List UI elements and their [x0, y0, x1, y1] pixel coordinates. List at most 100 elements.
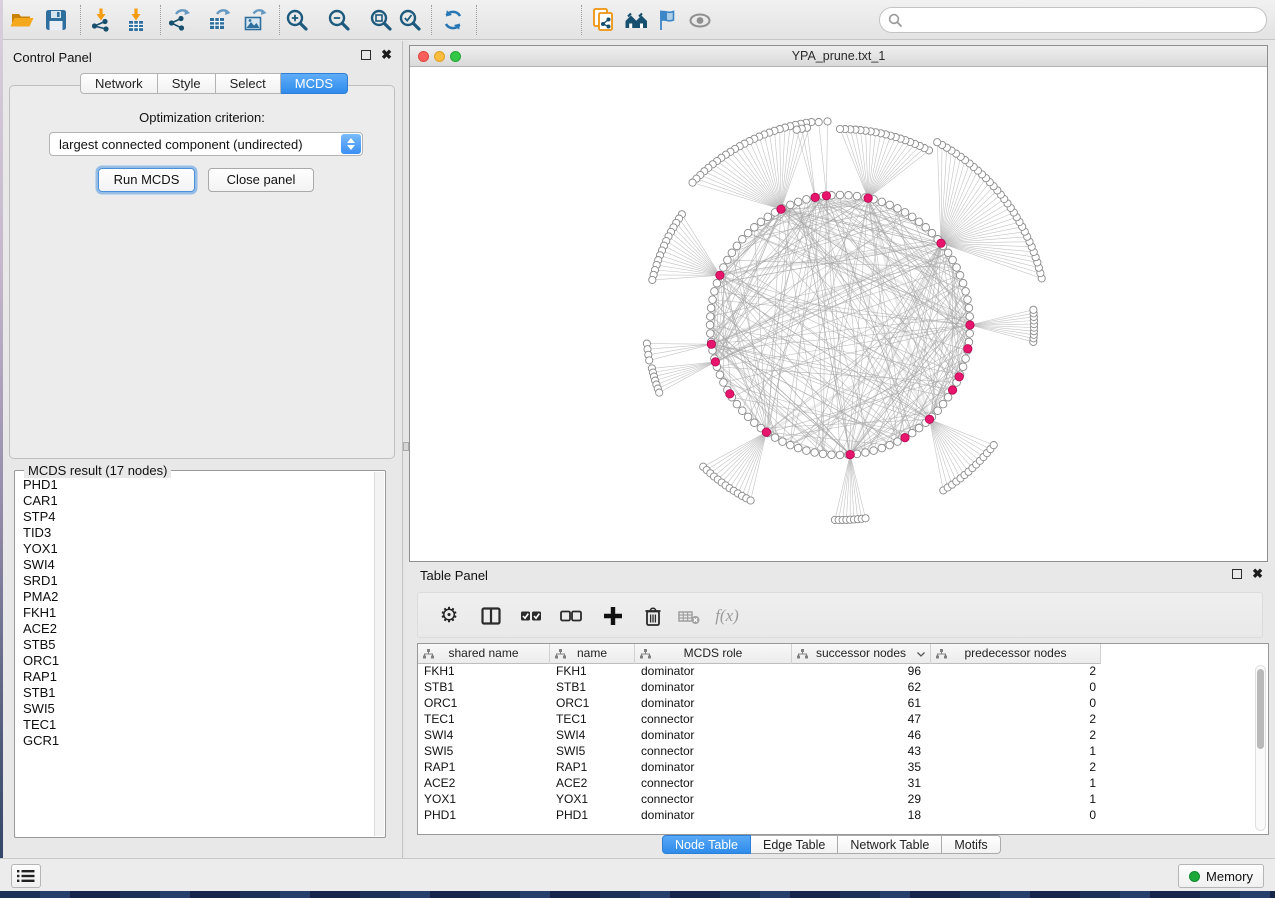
refresh-layout-icon[interactable] [440, 7, 466, 33]
network-node[interactable] [836, 191, 844, 199]
network-mcds-node[interactable] [726, 390, 734, 398]
network-mcds-node[interactable] [864, 194, 872, 202]
network-node[interactable] [787, 201, 795, 209]
network-node[interactable] [720, 379, 728, 387]
network-graph[interactable] [410, 67, 1267, 561]
eye-icon[interactable] [687, 7, 713, 33]
column-header-predecessor-nodes[interactable]: predecessor nodes [931, 644, 1101, 664]
network-mcds-node[interactable] [955, 373, 963, 381]
table-row[interactable]: PHD1PHD1dominator180 [418, 808, 1254, 824]
network-node[interactable] [779, 438, 787, 446]
network-node[interactable] [787, 441, 795, 449]
network-node[interactable] [990, 442, 997, 449]
network-node[interactable] [794, 198, 802, 206]
network-node[interactable] [962, 355, 970, 363]
tab-style[interactable]: Style [158, 73, 216, 94]
table-row[interactable]: YOX1YOX1connector291 [418, 792, 1254, 808]
network-node[interactable] [828, 451, 836, 459]
optimization-criterion-select[interactable]: largest connected component (undirected) [49, 132, 363, 156]
network-mcds-node[interactable] [777, 205, 785, 213]
network-mcds-node[interactable] [711, 358, 719, 366]
mcds-result-item[interactable]: CAR1 [16, 493, 373, 509]
mcds-result-item[interactable]: STB5 [16, 637, 373, 653]
network-node[interactable] [794, 444, 802, 452]
run-mcds-button[interactable]: Run MCDS [98, 168, 195, 192]
network-node[interactable] [959, 363, 967, 371]
network-node[interactable] [716, 371, 724, 379]
network-mcds-node[interactable] [937, 239, 945, 247]
network-node[interactable] [845, 192, 853, 200]
network-node[interactable] [939, 400, 947, 408]
network-mcds-node[interactable] [966, 321, 974, 329]
table-row[interactable]: SWI5SWI5connector431 [418, 744, 1254, 760]
network-node[interactable] [720, 264, 728, 272]
column-header-successor-nodes[interactable]: successor nodes [792, 644, 931, 664]
network-node[interactable] [878, 444, 886, 452]
delete-table-icon[interactable] [676, 603, 702, 629]
zoom-selected-icon[interactable] [397, 7, 423, 33]
network-node[interactable] [819, 450, 827, 458]
network-canvas[interactable] [410, 67, 1267, 561]
network-mcds-node[interactable] [901, 433, 909, 441]
network-node[interactable] [934, 139, 941, 146]
column-header-MCDS-role[interactable]: MCDS role [635, 644, 792, 664]
add-column-icon[interactable] [600, 603, 626, 629]
network-mcds-node[interactable] [707, 340, 715, 348]
mcds-result-item[interactable]: FKH1 [16, 605, 373, 621]
tab-mcds[interactable]: MCDS [281, 73, 348, 94]
network-node[interactable] [706, 321, 714, 329]
network-node[interactable] [949, 256, 957, 264]
network-node[interactable] [728, 249, 736, 257]
mcds-result-item[interactable]: ORC1 [16, 653, 373, 669]
network-node[interactable] [862, 515, 869, 522]
table-scrollbar-thumb[interactable] [1257, 669, 1264, 749]
mcds-result-item[interactable]: GCR1 [16, 733, 373, 749]
table-row[interactable]: FKH1FKH1dominator962 [418, 664, 1254, 680]
mcds-result-item[interactable]: SWI5 [16, 701, 373, 717]
network-mcds-node[interactable] [716, 271, 724, 279]
network-node[interactable] [757, 218, 765, 226]
network-node[interactable] [724, 256, 732, 264]
tab-motifs[interactable]: Motifs [942, 835, 1000, 854]
mcds-result-item[interactable]: PHD1 [16, 477, 373, 493]
network-mcds-node[interactable] [846, 450, 854, 458]
network-node[interactable] [764, 213, 772, 221]
network-node[interactable] [928, 229, 936, 237]
import-network-icon[interactable] [88, 7, 114, 33]
table-row[interactable]: RAP1RAP1dominator352 [418, 760, 1254, 776]
tab-node-table[interactable]: Node Table [662, 835, 751, 854]
close-table-panel-button[interactable]: ✖ [1252, 569, 1263, 579]
select-all-icon[interactable] [518, 603, 544, 629]
network-node[interactable] [747, 497, 754, 504]
network-node[interactable] [744, 413, 752, 421]
network-node[interactable] [707, 304, 715, 312]
network-node[interactable] [862, 449, 870, 457]
network-node[interactable] [744, 229, 752, 237]
tab-edge-table[interactable]: Edge Table [751, 835, 838, 854]
network-mcds-node[interactable] [762, 428, 770, 436]
search-input[interactable] [903, 13, 1266, 28]
network-node[interactable] [836, 451, 844, 459]
network-mcds-node[interactable] [964, 345, 972, 353]
save-session-icon[interactable] [43, 7, 69, 33]
network-node[interactable] [649, 276, 656, 283]
result-list-scrollbar[interactable] [374, 472, 384, 836]
network-node[interactable] [739, 236, 747, 244]
export-image-icon[interactable] [242, 7, 268, 33]
network-node[interactable] [965, 304, 973, 312]
network-node[interactable] [886, 201, 894, 209]
tab-network[interactable]: Network [80, 73, 158, 94]
close-panel-button[interactable]: ✖ [381, 50, 392, 60]
network-node[interactable] [707, 313, 715, 321]
mcds-result-item[interactable]: SWI4 [16, 557, 373, 573]
table-scrollbar[interactable] [1255, 665, 1266, 831]
network-node[interactable] [959, 279, 967, 287]
zoom-out-icon[interactable] [326, 7, 352, 33]
network-node[interactable] [894, 438, 902, 446]
network-node[interactable] [853, 192, 861, 200]
network-node[interactable] [956, 272, 964, 280]
network-node[interactable] [953, 264, 961, 272]
table-row[interactable]: SWI4SWI4dominator462 [418, 728, 1254, 744]
column-header-name[interactable]: name [550, 644, 635, 664]
mcds-result-item[interactable]: PMA2 [16, 589, 373, 605]
